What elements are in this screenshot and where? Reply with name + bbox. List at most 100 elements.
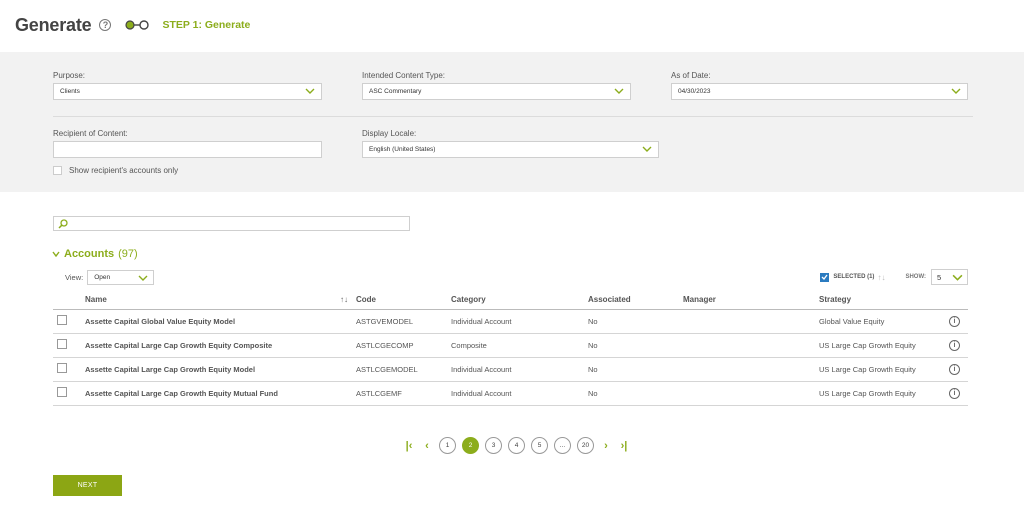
page-button[interactable]: 1: [439, 437, 456, 454]
table-tools: SELECTED (1) ↑↓ SHOW: 5: [820, 269, 968, 285]
show-recipient-accounts-row: Show recipient's accounts only: [53, 166, 178, 175]
next-page-icon[interactable]: ›: [601, 440, 611, 452]
help-icon[interactable]: ?: [99, 19, 112, 31]
as-of-date-value: 04/30/2023: [678, 88, 711, 95]
row-strategy: US Large Cap Growth Equity: [819, 333, 949, 358]
page-button[interactable]: 4: [508, 437, 525, 454]
first-page-icon[interactable]: |‹: [404, 440, 414, 452]
step-label: STEP 1: Generate: [162, 19, 251, 31]
row-name: Assette Capital Large Cap Growth Equity …: [85, 333, 356, 358]
locale-label: Display Locale:: [362, 129, 417, 138]
as-of-date-group: As of Date: 04/30/2023: [671, 71, 968, 100]
row-strategy: US Large Cap Growth Equity: [819, 357, 949, 382]
row-name: Assette Capital Large Cap Growth Equity …: [85, 381, 356, 406]
accounts-count: (97): [118, 248, 138, 260]
column-header-associated[interactable]: Associated: [588, 291, 683, 310]
purpose-value: Clients: [60, 88, 80, 95]
row-manager: [683, 309, 819, 334]
info-icon[interactable]: i: [949, 387, 960, 399]
page-button[interactable]: 20: [577, 437, 594, 454]
info-icon[interactable]: i: [949, 339, 960, 351]
table-row[interactable]: Assette Capital Large Cap Growth Equity …: [53, 357, 968, 382]
table-row[interactable]: Assette Capital Large Cap Growth Equity …: [53, 381, 968, 406]
page-button[interactable]: 3: [485, 437, 502, 454]
as-of-date-label: As of Date:: [671, 71, 711, 80]
table-header-row: Name ↑↓ Code Category Associated Manager…: [53, 291, 968, 310]
row-checkbox[interactable]: [57, 339, 67, 349]
chevron-down-icon: [52, 251, 60, 257]
chevron-down-icon: [305, 88, 315, 94]
search-input[interactable]: [53, 216, 410, 231]
last-page-icon[interactable]: ›|: [619, 440, 629, 452]
row-code: ASTLCGEMF: [356, 381, 451, 406]
row-checkbox[interactable]: [57, 363, 67, 373]
chevron-down-icon: [138, 275, 148, 281]
column-header-strategy[interactable]: Strategy: [819, 291, 949, 310]
view-select[interactable]: Open: [87, 270, 155, 285]
page-size-select[interactable]: 5: [931, 269, 968, 285]
view-value: Open: [94, 274, 111, 281]
page-size-value: 5: [937, 272, 942, 282]
show-recipient-accounts-checkbox[interactable]: [53, 166, 62, 175]
column-header-manager[interactable]: Manager: [683, 291, 819, 310]
locale-value: English (United States): [369, 146, 436, 153]
divider: [53, 116, 973, 117]
selected-checkbox[interactable]: [820, 272, 830, 282]
chevron-down-icon: [614, 88, 624, 94]
recipient-label: Recipient of Content:: [53, 129, 128, 138]
page-button[interactable]: 5: [531, 437, 548, 454]
row-strategy: Global Value Equity: [819, 309, 949, 334]
view-filter: View: Open: [65, 270, 155, 285]
info-icon[interactable]: i: [949, 363, 960, 375]
row-name: Assette Capital Global Value Equity Mode…: [85, 309, 356, 334]
show-recipient-accounts-label: Show recipient's accounts only: [69, 166, 179, 175]
row-checkbox[interactable]: [57, 315, 67, 325]
pagination: |‹ ‹ 1 2 3 4 5 ... 20 › ›|: [400, 437, 633, 454]
row-checkbox[interactable]: [57, 387, 67, 397]
row-strategy: US Large Cap Growth Equity: [819, 381, 949, 406]
chevron-down-icon: [951, 88, 961, 94]
sort-icon[interactable]: ↑↓: [340, 295, 348, 304]
chevron-down-icon: [952, 274, 963, 281]
recipient-input[interactable]: [53, 141, 322, 158]
locale-select[interactable]: English (United States): [362, 141, 659, 158]
sort-icon[interactable]: ↑↓: [877, 273, 885, 282]
column-header-name[interactable]: Name ↑↓: [85, 291, 356, 310]
column-header-category[interactable]: Category: [451, 291, 588, 310]
locale-group: Display Locale: English (United States): [362, 129, 659, 158]
accounts-table: Name ↑↓ Code Category Associated Manager…: [53, 291, 968, 406]
prev-page-icon[interactable]: ‹: [422, 440, 432, 452]
table-row[interactable]: Assette Capital Global Value Equity Mode…: [53, 309, 968, 334]
table-row[interactable]: Assette Capital Large Cap Growth Equity …: [53, 333, 968, 358]
page-button-current[interactable]: 2: [462, 437, 479, 454]
row-name: Assette Capital Large Cap Growth Equity …: [85, 357, 356, 382]
chevron-down-icon: [642, 146, 652, 152]
row-associated: No: [588, 309, 683, 334]
accounts-section-toggle[interactable]: Accounts (97): [52, 248, 138, 260]
row-code: ASTLCGEMODEL: [356, 357, 451, 382]
purpose-select[interactable]: Clients: [53, 83, 322, 100]
step-icon: [125, 20, 150, 30]
content-type-group: Intended Content Type: ASC Commentary: [362, 71, 631, 100]
purpose-group: Purpose: Clients: [53, 71, 322, 100]
row-category: Individual Account: [451, 381, 588, 406]
row-associated: No: [588, 333, 683, 358]
row-associated: No: [588, 357, 683, 382]
content-type-select[interactable]: ASC Commentary: [362, 83, 631, 100]
row-code: ASTLCGECOMP: [356, 333, 451, 358]
filter-panel: Purpose: Clients Intended Content Type: …: [0, 52, 1024, 192]
check-icon: [821, 274, 828, 280]
info-icon[interactable]: i: [949, 315, 960, 327]
row-associated: No: [588, 381, 683, 406]
column-name-label: Name: [85, 295, 107, 305]
row-manager: [683, 333, 819, 358]
row-category: Composite: [451, 333, 588, 358]
content-type-value: ASC Commentary: [369, 88, 422, 95]
view-label: View:: [65, 273, 84, 282]
next-button[interactable]: NEXT: [53, 475, 122, 496]
page-ellipsis[interactable]: ...: [554, 437, 571, 454]
column-header-code[interactable]: Code: [356, 291, 451, 310]
select-column-header: [53, 291, 85, 310]
recipient-group: Recipient of Content:: [53, 129, 322, 158]
as-of-date-select[interactable]: 04/30/2023: [671, 83, 968, 100]
